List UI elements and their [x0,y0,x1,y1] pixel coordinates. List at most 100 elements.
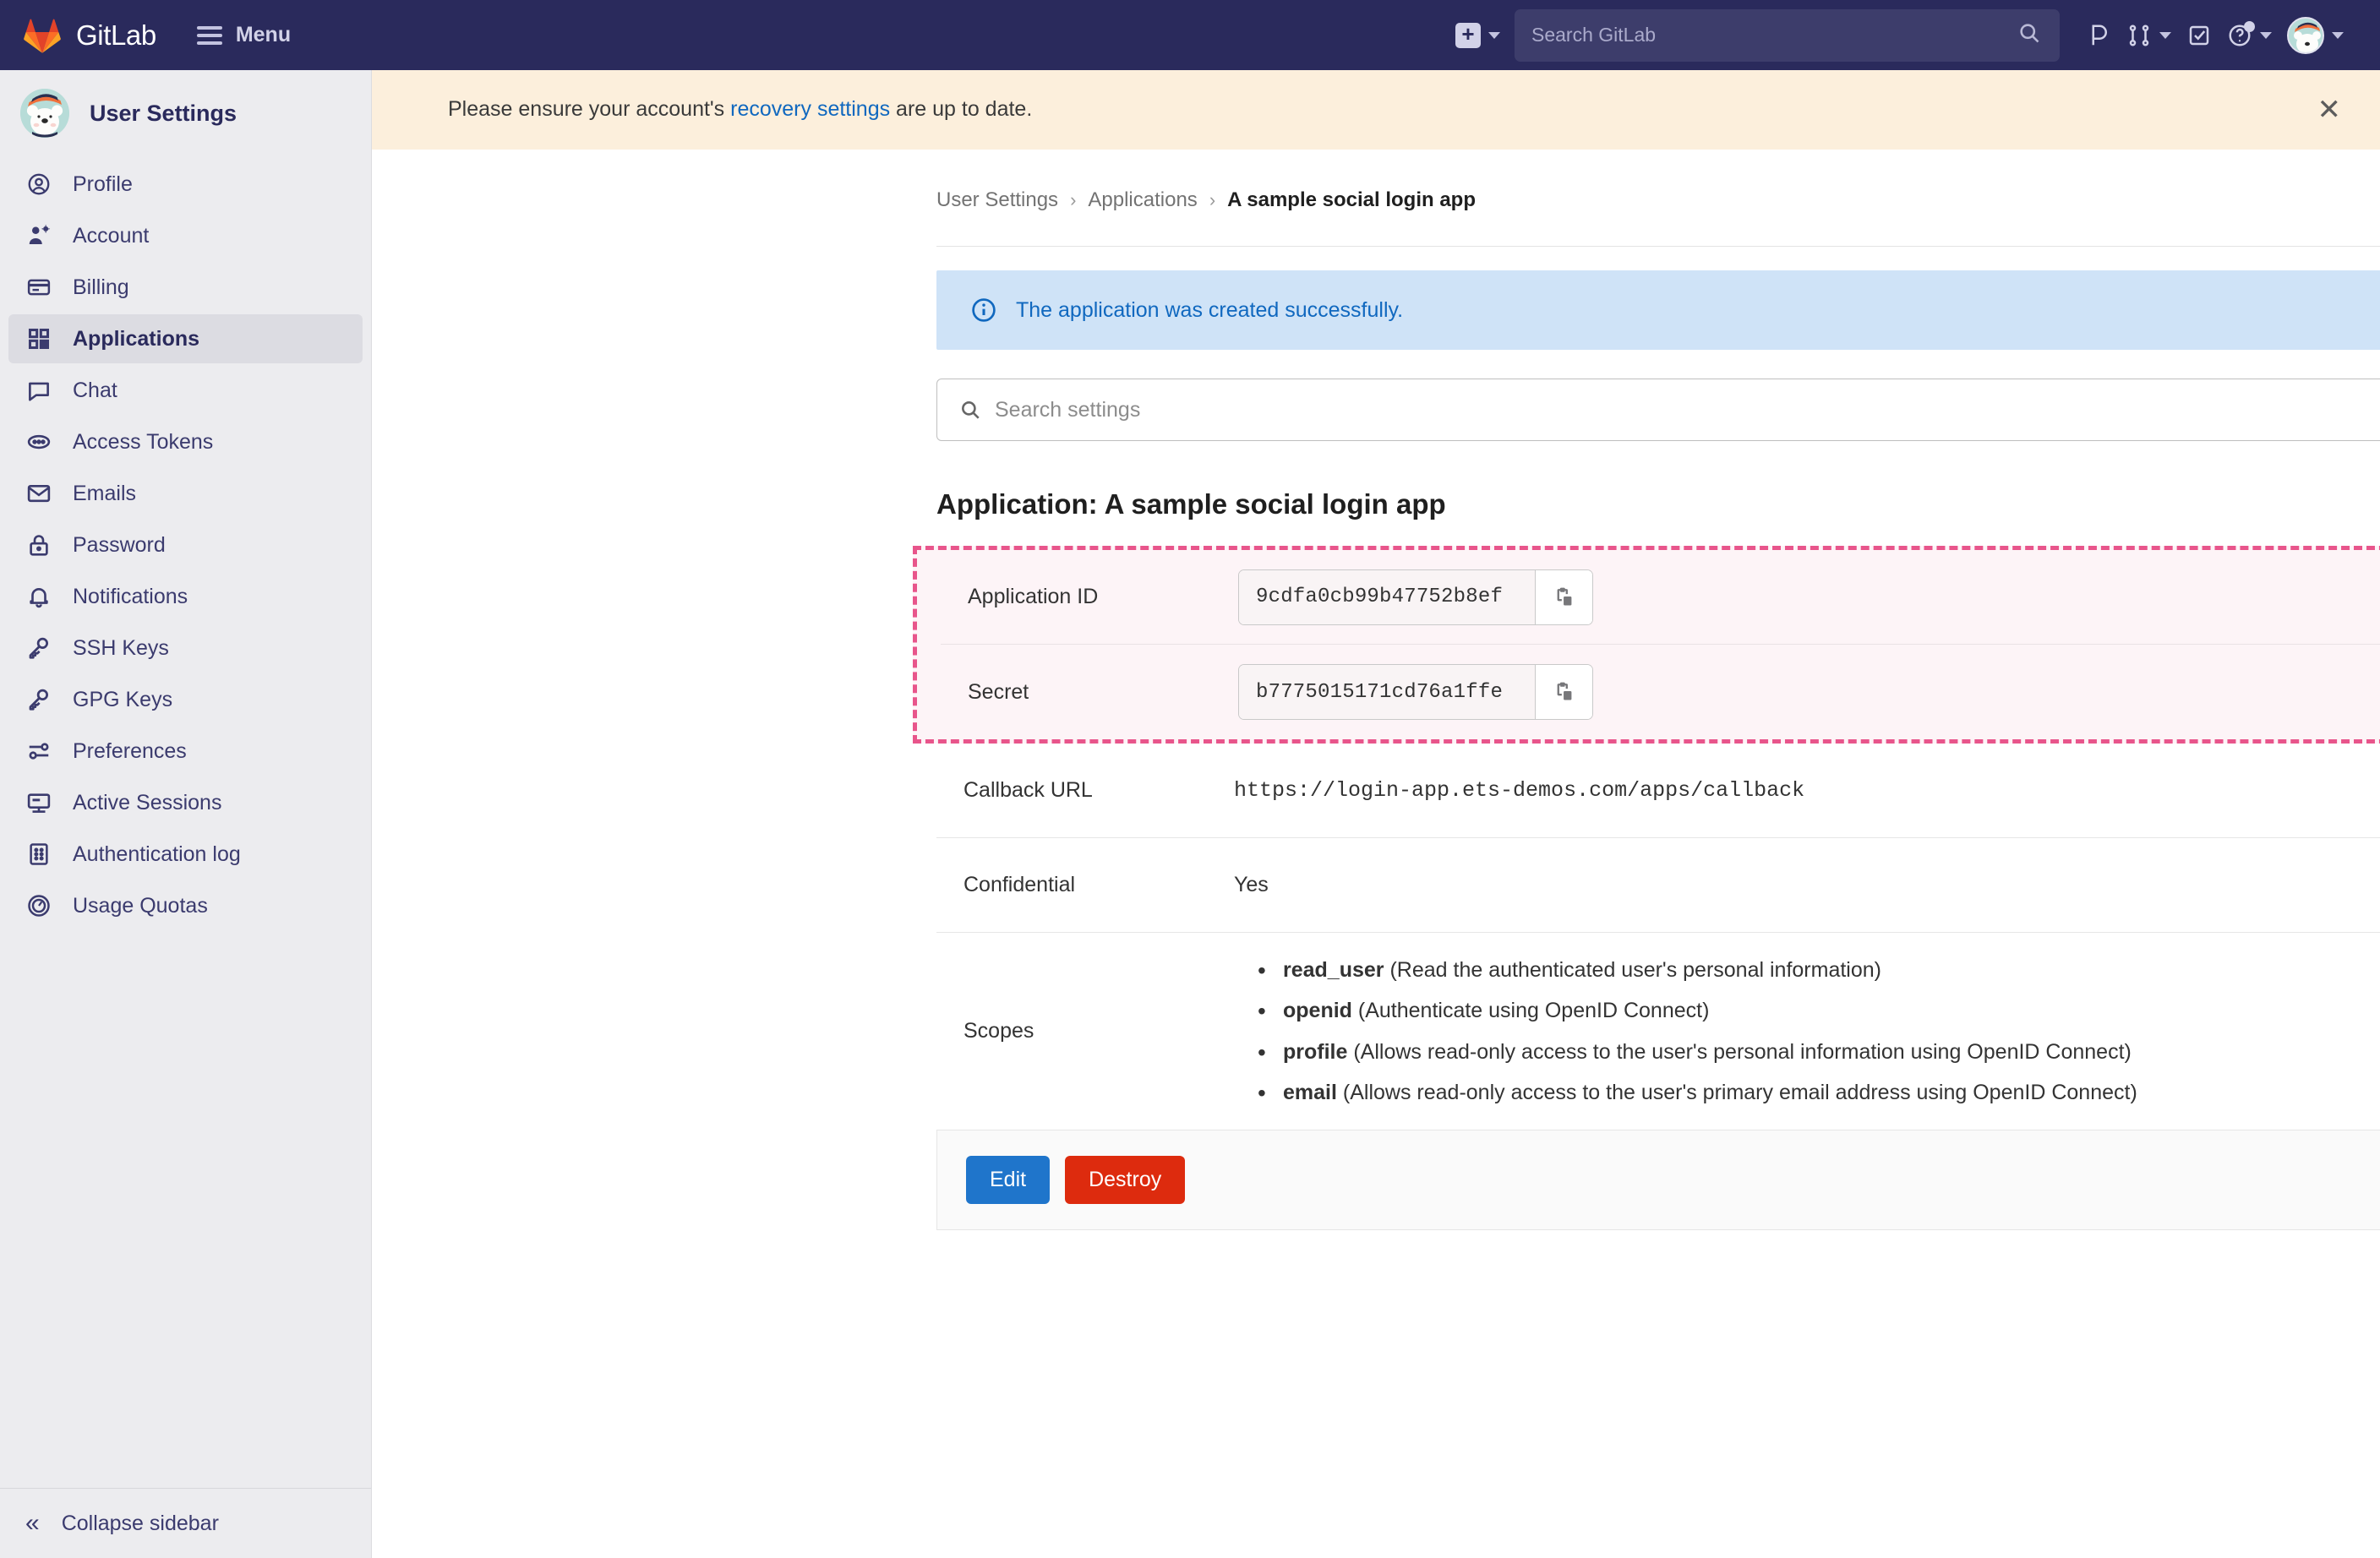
sidebar-item-label: Account [73,223,150,248]
close-icon[interactable]: ✕ [2317,95,2342,124]
sidebar-item-label: Billing [73,275,129,299]
user-menu-button[interactable] [2279,10,2351,61]
sidebar-item-emails[interactable]: Emails [8,469,363,518]
sidebar-item-access-tokens[interactable]: Access Tokens [8,417,363,466]
breadcrumb-separator-icon: › [1209,189,1216,210]
sidebar-item-account[interactable]: Account [8,211,363,260]
bell-icon [25,583,52,610]
search-icon [2017,21,2041,49]
sidebar-item-password[interactable]: Password [8,520,363,569]
page-layout: User Settings Profile Account Billing Ap… [0,70,2380,1558]
secret-value: b7775015171cd76a1ffe [1239,665,1535,719]
scope-name: profile [1283,1039,1348,1064]
envelope-icon [25,480,52,507]
help-button[interactable] [2219,10,2279,61]
row-label: Scopes [963,1019,1034,1043]
chat-bubble-icon [25,377,52,404]
merge-requests-button[interactable] [2119,10,2179,61]
gauge-icon [25,892,52,919]
scopes-list: read_user (Read the authenticated user's… [1234,954,2137,1111]
scope-name: read_user [1283,958,1384,982]
collapse-sidebar-label: Collapse sidebar [61,1511,219,1535]
gitlab-home-link[interactable]: GitLab [24,18,156,53]
main-content: Please ensure your account's recovery se… [372,70,2380,1558]
token-icon [25,428,52,455]
sidebar-item-authentication-log[interactable]: Authentication log [8,830,363,879]
credit-card-icon [25,274,52,301]
todos-button[interactable] [2179,10,2219,61]
hamburger-icon [196,25,222,45]
sidebar-item-preferences[interactable]: Preferences [8,727,363,776]
sidebar-item-label: Chat [73,378,117,402]
success-alert-message: The application was created successfully… [1016,297,1404,322]
settings-search-box[interactable] [936,379,2380,441]
sidebar-item-billing[interactable]: Billing [8,263,363,312]
breadcrumb-item-current: A sample social login app [1227,188,1476,211]
scope-name: openid [1283,999,1352,1023]
sidebar-item-applications[interactable]: Applications [8,314,363,363]
sidebar-item-notifications[interactable]: Notifications [8,572,363,621]
recovery-banner-text-after: are up to date. [890,97,1033,121]
destroy-button[interactable]: Destroy [1065,1156,1186,1204]
list-item: profile (Allows read-only access to the … [1258,1035,2137,1070]
table-row-scopes: Scopes read_user (Read the authenticated… [936,933,2380,1130]
top-nav-right-group: + [1448,0,2351,70]
brand-name: GitLab [76,19,156,51]
global-search-box[interactable] [1515,8,2060,62]
edit-button[interactable]: Edit [966,1156,1051,1204]
recovery-settings-link[interactable]: recovery settings [730,97,890,121]
row-label: Secret [968,679,1029,704]
confidential-value: Yes [1234,873,1269,896]
scope-name: email [1283,1080,1337,1104]
sidebar-item-ssh-keys[interactable]: SSH Keys [8,624,363,673]
list-item: openid (Authenticate using OpenID Connec… [1258,994,2137,1029]
sidebar-item-usage-quotas[interactable]: Usage Quotas [8,881,363,930]
chevron-down-icon [2159,31,2171,39]
sidebar-item-chat[interactable]: Chat [8,366,363,415]
sidebar-item-label: Active Sessions [73,790,222,814]
copy-application-id-button[interactable] [1535,569,1592,624]
row-label: Application ID [968,585,1099,608]
chevron-down-icon [2260,31,2272,39]
application-id-value: 9cdfa0cb99b47752b8ef [1239,569,1535,624]
breadcrumb-item-applications[interactable]: Applications [1088,188,1197,212]
copy-clipboard-icon [1557,682,1571,700]
sidebar-item-active-sessions[interactable]: Active Sessions [8,778,363,827]
list-item: read_user (Read the authenticated user's… [1258,954,2137,989]
chevron-down-icon [1488,31,1500,39]
list-item: email (Allows read-only access to the us… [1258,1076,2137,1111]
content-pane: User Settings › Applications › A sample … [372,150,2380,1558]
sidebar-item-label: Authentication log [73,842,241,866]
secret-field: b7775015171cd76a1ffe [1238,664,1593,720]
application-actions: Edit Destroy [936,1130,2380,1230]
settings-search-input[interactable] [995,397,2380,422]
applications-grid-icon [25,325,52,352]
scope-description: (Read the authenticated user's personal … [1389,958,1881,982]
sidebar-item-gpg-keys[interactable]: GPG Keys [8,675,363,724]
copy-clipboard-icon [1557,587,1571,605]
issues-icon [2086,23,2111,48]
sidebar-item-profile[interactable]: Profile [8,160,363,209]
copy-secret-button[interactable] [1535,665,1592,719]
breadcrumb-item-user-settings[interactable]: User Settings [936,188,1058,212]
create-new-button[interactable]: + [1448,10,1508,61]
sliders-icon [25,738,52,765]
avatar [2287,16,2324,54]
gitlab-logo-icon [24,19,61,53]
merge-request-icon [2126,23,2152,48]
polar-bear-avatar [20,89,69,138]
issues-button[interactable] [2078,10,2119,61]
log-list-icon [25,841,52,868]
breadcrumb: User Settings › Applications › A sample … [936,150,2329,246]
page-title: Application: A sample social login app [936,488,1446,520]
search-input[interactable] [1531,24,2043,46]
sidebar-item-label: Access Tokens [73,429,214,454]
collapse-sidebar-button[interactable]: « Collapse sidebar [0,1488,371,1558]
scope-description: (Authenticate using OpenID Connect) [1357,999,1710,1023]
key-icon [25,635,52,662]
success-alert: The application was created successfully… [936,270,2380,350]
sidebar-item-label: GPG Keys [73,687,173,711]
sidebar-item-label: Usage Quotas [73,893,208,918]
main-menu-button[interactable]: Menu [188,18,299,52]
sidebar-item-label: SSH Keys [73,635,169,660]
